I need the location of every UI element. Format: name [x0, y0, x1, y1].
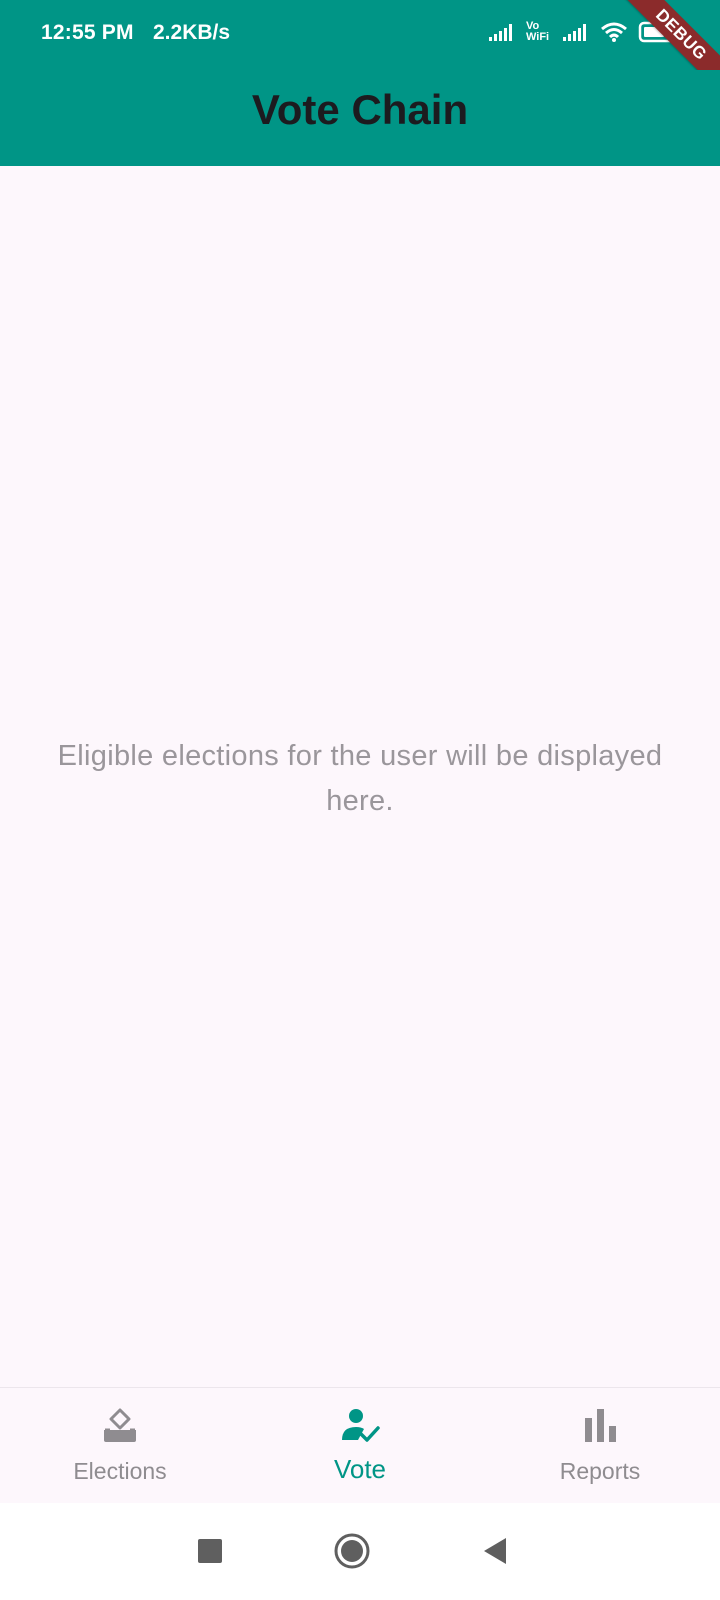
empty-state-message: Eligible elections for the user will be …	[57, 740, 663, 817]
bottom-navigation: Elections Vote Reports	[0, 1387, 720, 1504]
system-navigation-bar	[0, 1503, 720, 1600]
page-title: Vote Chain	[251, 86, 469, 133]
status-bar: 12:55 PM 2.2KB/s Vo WiFi DEBUG	[0, 0, 720, 105]
vowifi-icon: Vo WiFi	[526, 20, 550, 43]
signal-icon	[562, 22, 590, 42]
nav-label-vote: Vote	[333, 1454, 387, 1484]
recents-icon[interactable]	[188, 1529, 232, 1573]
nav-item-elections[interactable]: Elections	[0, 1388, 240, 1504]
nav-label-reports: Reports	[559, 1458, 641, 1484]
signal-icon	[488, 22, 516, 42]
nav-item-vote[interactable]: Vote	[240, 1388, 480, 1504]
nav-item-reports[interactable]: Reports	[480, 1388, 720, 1504]
bar-chart-icon	[580, 1406, 620, 1446]
main-content: Eligible elections for the user will be …	[0, 166, 720, 1387]
network-speed: 2.2KB/s	[153, 21, 231, 44]
ballot-icon	[100, 1406, 140, 1446]
app-bar: Vote Chain	[0, 70, 720, 166]
person-check-icon	[340, 1406, 380, 1446]
home-icon[interactable]	[330, 1529, 374, 1573]
wifi-icon	[600, 21, 628, 43]
back-icon[interactable]	[474, 1529, 518, 1573]
status-time: 12:55 PM	[41, 21, 134, 44]
nav-label-elections: Elections	[73, 1458, 167, 1484]
